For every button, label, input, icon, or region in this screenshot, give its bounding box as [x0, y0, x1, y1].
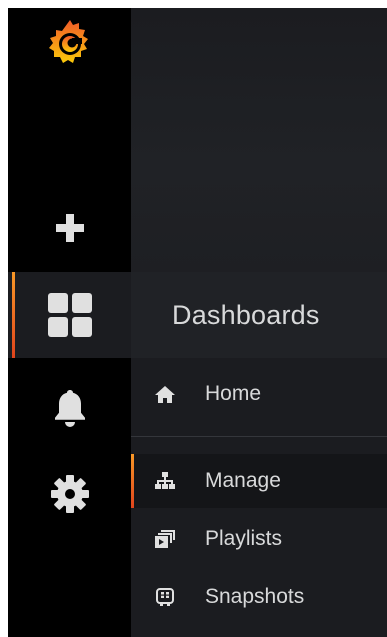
configuration-button[interactable] — [8, 468, 131, 520]
dropdown-item-snapshots[interactable]: Snapshots — [131, 570, 387, 624]
dropdown-item-home[interactable]: Home — [131, 367, 387, 421]
dropdown-item-label: Snapshots — [205, 585, 305, 608]
dropdown-title: Dashboards — [172, 299, 320, 330]
main-content-area — [131, 8, 387, 272]
plus-icon — [55, 214, 84, 242]
snapshot-icon — [155, 587, 175, 607]
dashboards-dropdown-menu: Dashboards Home Manage Playlists Snapsho… — [131, 272, 387, 637]
home-icon — [155, 384, 175, 404]
dropdown-header[interactable]: Dashboards — [131, 272, 387, 358]
sitemap-icon — [155, 471, 175, 491]
dashboards-button[interactable] — [8, 272, 131, 358]
dropdown-divider — [131, 436, 387, 437]
dropdown-item-playlists[interactable]: Playlists — [131, 512, 387, 566]
dropdown-item-label: Home — [205, 382, 262, 405]
gear-icon — [50, 475, 89, 513]
dashboards-grid-icon — [47, 293, 92, 337]
dropdown-item-manage[interactable]: Manage — [131, 454, 387, 508]
bell-icon — [54, 390, 85, 427]
alerting-button[interactable] — [8, 382, 131, 434]
dropdown-item-label: Manage — [205, 469, 281, 492]
create-button[interactable] — [8, 204, 131, 252]
app-frame: Dashboards Home Manage Playlists Snapsho… — [8, 8, 387, 637]
grafana-logo-icon[interactable] — [45, 16, 95, 70]
dropdown-item-label: Playlists — [205, 527, 283, 550]
side-menu — [8, 8, 131, 637]
playlist-icon — [155, 529, 175, 549]
